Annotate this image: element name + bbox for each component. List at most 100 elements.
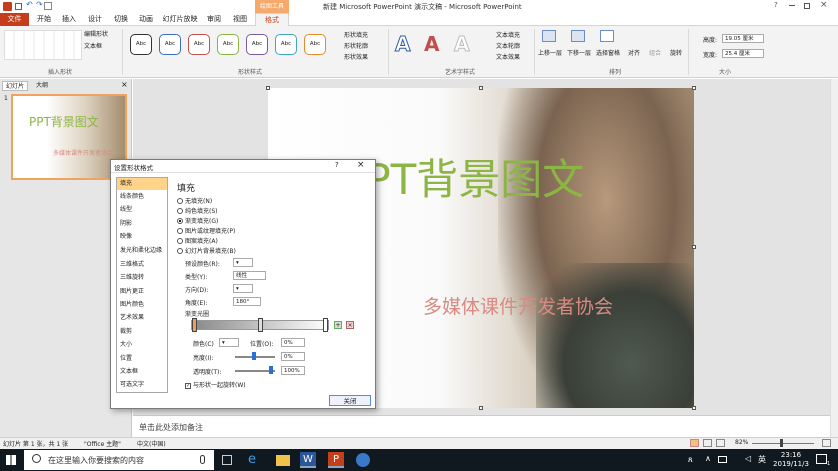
close-button[interactable]: 关闭 (329, 395, 371, 406)
color-picker-button[interactable]: ▾ (219, 338, 239, 347)
search-box[interactable]: 在这里输入你要搜索的内容 (24, 450, 214, 470)
nav-shadow[interactable]: 阴影 (117, 218, 167, 230)
shape-effects-button[interactable]: 形状效果 (344, 52, 368, 61)
nav-fill[interactable]: 填充 (117, 178, 167, 190)
vertical-scrollbar[interactable] (830, 79, 838, 437)
gradient-stop-handle[interactable] (192, 318, 197, 332)
height-input[interactable]: 19.05 厘米 (722, 34, 764, 43)
redo-icon[interactable]: ↷ (36, 0, 43, 9)
close-icon[interactable]: × (820, 0, 828, 10)
nav-text-box[interactable]: 文本框 (117, 366, 167, 378)
nav-3d-rotation[interactable]: 三维旋转 (117, 272, 167, 284)
shape-style-blue[interactable]: Abc (159, 34, 181, 55)
selection-pane-icon[interactable] (600, 30, 614, 42)
tab-slideshow[interactable]: 幻灯片放映 (161, 13, 199, 26)
brightness-input[interactable]: 0% (281, 352, 305, 361)
rotate-button[interactable]: 旋转 (670, 48, 682, 57)
nav-reflection[interactable]: 映像 (117, 231, 167, 243)
minimize-icon[interactable] (789, 5, 795, 6)
app-icon[interactable] (356, 453, 370, 467)
zoom-slider-thumb[interactable] (780, 439, 783, 447)
tab-view[interactable]: 视图 (229, 13, 251, 26)
windows-start-icon[interactable] (6, 455, 16, 465)
task-view-icon[interactable] (222, 455, 232, 465)
nav-glow[interactable]: 发光和柔化边缘 (117, 245, 167, 257)
nav-line-color[interactable]: 线条颜色 (117, 191, 167, 203)
close-pane-icon[interactable]: × (121, 80, 128, 89)
text-outline-button[interactable]: 文本轮廓 (496, 41, 520, 50)
type-dropdown[interactable]: 线性 (233, 271, 266, 280)
remove-stop-icon[interactable]: × (346, 321, 354, 329)
resize-handle-bottom[interactable] (479, 406, 483, 410)
nav-position[interactable]: 位置 (117, 353, 167, 365)
tab-transitions[interactable]: 切换 (110, 13, 132, 26)
group-button[interactable]: 组合 (649, 48, 661, 57)
nav-line-style[interactable]: 线型 (117, 204, 167, 216)
edit-shape-button[interactable]: 编辑形状 (84, 29, 108, 38)
brightness-slider-thumb[interactable] (252, 352, 256, 360)
preset-colors-dropdown[interactable]: ▾ (233, 258, 253, 267)
powerpoint-app-icon[interactable] (3, 2, 12, 11)
people-icon[interactable]: ጸ (688, 455, 693, 465)
clock-date[interactable]: 2019/11/3 (772, 460, 810, 468)
microphone-icon[interactable] (200, 455, 205, 464)
option-gradient-fill[interactable]: 渐变填充(G) (177, 216, 218, 225)
resize-handle-top-left[interactable] (266, 86, 270, 90)
option-picture-fill[interactable]: 图片或纹理填充(P) (177, 226, 235, 235)
help-icon[interactable]: ? (774, 1, 778, 9)
quick-access-customize-icon[interactable] (44, 2, 52, 10)
tab-insert[interactable]: 插入 (58, 13, 80, 26)
powerpoint-icon[interactable]: P (328, 452, 344, 468)
dialog-help-icon[interactable]: ? (335, 161, 339, 169)
option-no-fill[interactable]: 无填充(N) (177, 196, 212, 205)
file-explorer-icon[interactable] (276, 455, 290, 466)
shape-outline-button[interactable]: 形状轮廓 (344, 41, 368, 50)
shape-style-black[interactable]: Abc (130, 34, 152, 55)
align-button[interactable]: 对齐 (628, 48, 640, 57)
undo-icon[interactable]: ↶ (26, 0, 33, 9)
tab-design[interactable]: 设计 (84, 13, 106, 26)
shapes-gallery[interactable] (4, 30, 82, 60)
slide-title[interactable]: PPT背景图文 (340, 146, 584, 207)
nav-picture-color[interactable]: 图片颜色 (117, 299, 167, 311)
gradient-stop-handle[interactable] (258, 318, 263, 332)
zoom-slider[interactable] (752, 443, 814, 444)
resize-handle-top[interactable] (479, 86, 483, 90)
gradient-stop-handle[interactable] (323, 318, 328, 332)
wordart-style-red[interactable]: A (424, 32, 439, 56)
nav-picture-corrections[interactable]: 图片更正 (117, 286, 167, 298)
shape-style-purple[interactable]: Abc (246, 34, 268, 55)
resize-handle-top-right[interactable] (692, 86, 696, 90)
rotate-with-shape-checkbox[interactable]: ✓ 与形状一起旋转(W) (185, 380, 246, 389)
resize-handle-bottom-right[interactable] (692, 406, 696, 410)
nav-alt-text[interactable]: 可选文字 (117, 379, 167, 391)
transparency-slider-thumb[interactable] (269, 366, 273, 374)
add-stop-icon[interactable]: + (334, 321, 342, 329)
dialog-title-bar[interactable]: 设置形状格式 ? × (111, 160, 375, 173)
tab-slides[interactable]: 幻灯片 (2, 81, 28, 91)
nav-3d-format[interactable]: 三维格式 (117, 259, 167, 271)
position-input[interactable]: 0% (281, 338, 305, 347)
tab-animations[interactable]: 动画 (135, 13, 157, 26)
tab-file[interactable]: 文件 (0, 13, 29, 26)
volume-icon[interactable]: ◁ (745, 454, 751, 463)
wordart-style-gray[interactable]: A (453, 32, 470, 57)
clock-time[interactable]: 23:16 (776, 451, 806, 459)
edge-icon[interactable]: e (248, 453, 262, 467)
notes-pane[interactable]: 单击此处添加备注 (133, 415, 830, 437)
option-background-fill[interactable]: 幻灯片背景填充(B) (177, 246, 236, 255)
nav-artistic-effects[interactable]: 艺术效果 (117, 312, 167, 324)
nav-size[interactable]: 大小 (117, 339, 167, 351)
maximize-icon[interactable] (804, 3, 810, 9)
bring-forward-icon[interactable] (542, 30, 556, 42)
resize-handle-right[interactable] (692, 245, 696, 249)
word-icon[interactable]: W (300, 452, 316, 468)
text-box-button[interactable]: 文本框 (84, 41, 102, 50)
wordart-style-blue[interactable]: A (394, 32, 411, 57)
tab-format[interactable]: 格式 (255, 13, 289, 26)
ime-indicator[interactable]: 英 (758, 454, 766, 465)
shape-style-green[interactable]: Abc (217, 34, 239, 55)
transparency-input[interactable]: 100% (281, 366, 305, 375)
notification-icon[interactable] (816, 454, 827, 464)
language[interactable]: 中文(中国) (137, 439, 166, 448)
